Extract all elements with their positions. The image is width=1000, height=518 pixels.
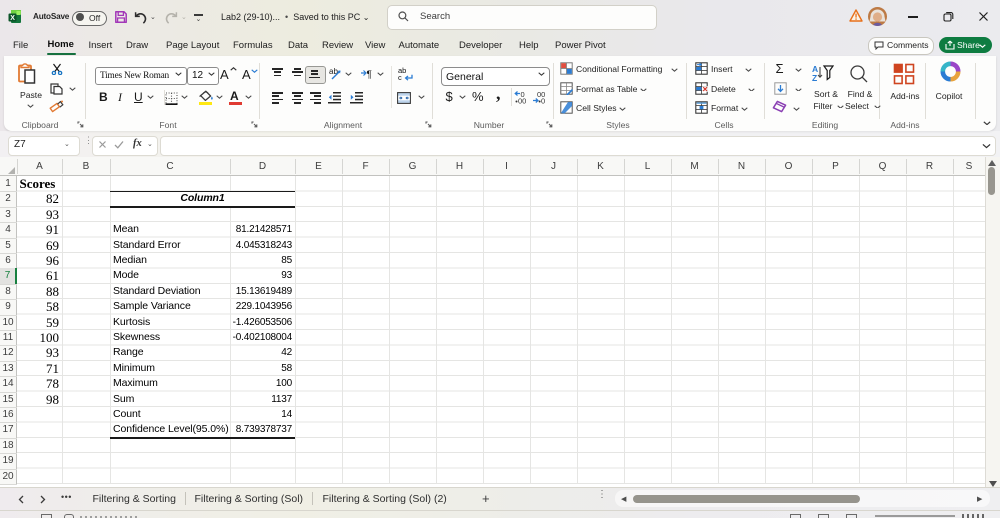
svg-text:00: 00: [518, 97, 526, 105]
svg-text:¶: ¶: [366, 70, 371, 80]
svg-text:0: 0: [541, 97, 545, 105]
svg-text:Z: Z: [812, 73, 817, 82]
svg-text:X: X: [10, 15, 15, 22]
